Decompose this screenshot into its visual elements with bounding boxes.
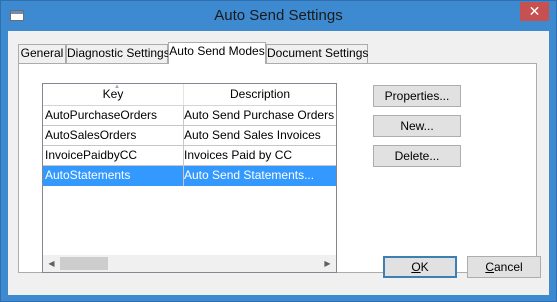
tab-document-settings[interactable]: Document Settings: [266, 44, 368, 63]
horizontal-scrollbar[interactable]: ◀ ▶: [43, 255, 336, 272]
tab-auto-send-modes[interactable]: Auto Send Modes: [168, 42, 266, 64]
key-cell: InvoicePaidbyCC: [45, 148, 138, 162]
description-cell: Auto Send Sales Invoices: [184, 128, 321, 142]
tab-general[interactable]: General: [18, 44, 66, 63]
key-cell: AutoStatements: [45, 168, 131, 182]
column-header-key[interactable]: ▲ Key: [43, 84, 183, 105]
description-cell: Auto Send Purchase Orders: [184, 108, 334, 122]
new-button[interactable]: New...: [373, 115, 461, 137]
arrow-left-icon[interactable]: ◀: [43, 255, 60, 272]
arrow-right-icon[interactable]: ▶: [319, 255, 336, 272]
list-item-selected[interactable]: AutoStatements Auto Send Statements...: [43, 166, 336, 186]
list-item[interactable]: InvoicePaidbyCC Invoices Paid by CC: [43, 146, 336, 166]
auto-send-modes-list[interactable]: ▲ Key Description AutoPurchaseOrders Aut…: [42, 83, 337, 273]
properties-button[interactable]: Properties...: [373, 85, 461, 107]
column-gridline: [183, 106, 184, 186]
delete-button[interactable]: Delete...: [373, 145, 461, 167]
close-button[interactable]: ✕: [520, 2, 549, 21]
cancel-button[interactable]: Cancel: [467, 256, 541, 278]
list-item[interactable]: AutoSalesOrders Auto Send Sales Invoices: [43, 126, 336, 146]
title-bar[interactable]: Auto Send Settings ✕: [1, 1, 556, 31]
sort-indicator-icon: ▲: [114, 84, 120, 90]
dialog-client-area: General Diagnostic Settings Auto Send Mo…: [8, 31, 549, 295]
description-cell: Auto Send Statements...: [184, 168, 315, 182]
ok-button[interactable]: OK: [383, 256, 457, 278]
key-cell: AutoPurchaseOrders: [45, 108, 158, 122]
description-cell: Invoices Paid by CC: [184, 148, 293, 162]
list-item[interactable]: AutoPurchaseOrders Auto Send Purchase Or…: [43, 106, 336, 126]
tab-diagnostic-settings[interactable]: Diagnostic Settings: [66, 44, 170, 63]
key-cell: AutoSalesOrders: [45, 128, 137, 142]
close-icon: ✕: [528, 3, 541, 19]
dialog-window: Auto Send Settings ✕ General Diagnostic …: [0, 0, 557, 302]
scrollbar-thumb[interactable]: [60, 257, 108, 270]
column-header-description[interactable]: Description: [184, 84, 336, 105]
window-title: Auto Send Settings: [214, 7, 343, 24]
list-header: ▲ Key Description: [43, 84, 336, 106]
